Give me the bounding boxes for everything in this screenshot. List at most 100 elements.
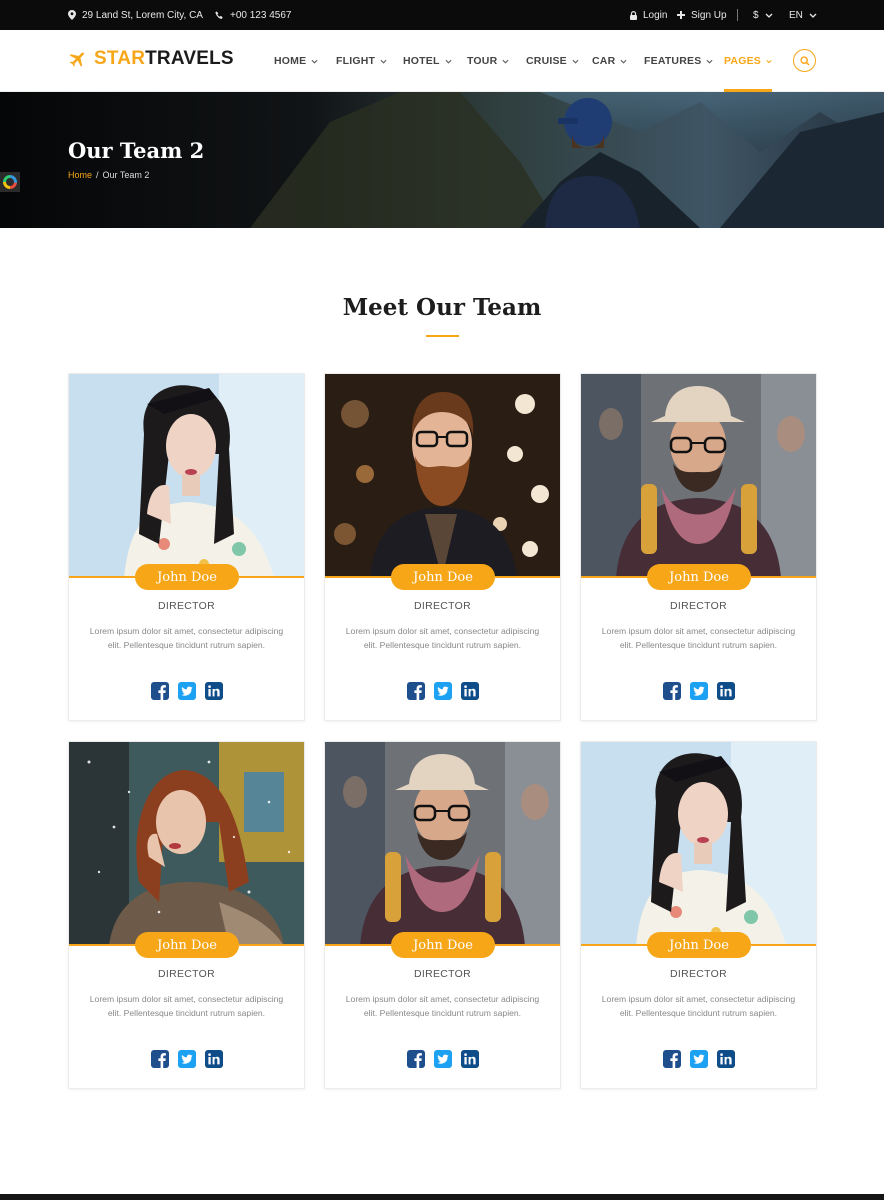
nav-features[interactable]: FEATURES — [644, 30, 713, 92]
airplane-icon — [69, 52, 84, 67]
twitter-icon[interactable] — [434, 1050, 452, 1068]
nav-home[interactable]: HOME — [274, 30, 318, 92]
logo-text: STARTRAVELS — [94, 48, 234, 70]
facebook-icon[interactable] — [663, 682, 681, 700]
plus-icon — [677, 11, 685, 19]
language-selector[interactable]: EN — [789, 0, 817, 30]
chevron-down-icon — [311, 59, 318, 64]
social-links — [663, 682, 735, 700]
search-button[interactable] — [793, 49, 816, 72]
login-text: Login — [643, 9, 668, 21]
chevron-down-icon — [572, 59, 579, 64]
team-member-role: DIRECTOR — [669, 600, 728, 612]
login-link[interactable]: Login — [630, 0, 667, 30]
breadcrumb-separator: / — [96, 170, 99, 180]
facebook-icon[interactable] — [407, 682, 425, 700]
team-member-role: DIRECTOR — [669, 968, 728, 980]
facebook-icon[interactable] — [407, 1050, 425, 1068]
nav-tour[interactable]: TOUR — [467, 30, 509, 92]
facebook-icon[interactable] — [151, 682, 169, 700]
team-member-role: DIRECTOR — [157, 968, 216, 980]
team-member-name: John Doe — [647, 564, 751, 590]
twitter-icon[interactable] — [178, 1050, 196, 1068]
address-text: 29 Land St, Lorem City, CA — [82, 9, 203, 21]
team-member-description: Lorem ipsum dolor sit amet, consectetur … — [601, 994, 796, 1018]
team-member-photo — [69, 374, 304, 578]
top-bar: 29 Land St, Lorem City, CA +00 123 4567 … — [0, 0, 884, 30]
logo-text-star: STAR — [94, 48, 146, 69]
nav-features-label: FEATURES — [644, 55, 702, 67]
team-member-photo — [325, 742, 560, 946]
twitter-icon[interactable] — [434, 682, 452, 700]
nav-hotel-label: HOTEL — [403, 55, 440, 67]
main-header: STARTRAVELS HOME FLIGHT HOTEL TOUR CRUIS… — [0, 30, 884, 92]
linkedin-icon[interactable] — [461, 1050, 479, 1068]
footer-edge — [0, 1194, 884, 1200]
twitter-icon[interactable] — [690, 682, 708, 700]
nav-flight-label: FLIGHT — [336, 55, 376, 67]
signup-text: Sign Up — [691, 9, 727, 21]
chevron-down-icon — [380, 59, 387, 64]
team-member-role: DIRECTOR — [413, 600, 472, 612]
nav-car-label: CAR — [592, 55, 616, 67]
team-member-name: John Doe — [135, 564, 239, 590]
team-member-description: Lorem ipsum dolor sit amet, consectetur … — [601, 626, 796, 650]
nav-cruise[interactable]: CRUISE — [526, 30, 579, 92]
page-title: Our Team 2 — [68, 138, 205, 163]
nav-pages[interactable]: PAGES — [724, 30, 772, 92]
linkedin-icon[interactable] — [461, 682, 479, 700]
team-member-name: John Doe — [391, 932, 495, 958]
twitter-icon[interactable] — [690, 1050, 708, 1068]
logo-text-travels: TRAVELS — [145, 48, 234, 69]
nav-car[interactable]: CAR — [592, 30, 627, 92]
page-hero: Our Team 2 Home / Our Team 2 — [0, 92, 884, 228]
nav-hotel[interactable]: HOTEL — [403, 30, 452, 92]
phone-icon — [215, 10, 223, 19]
title-underline — [426, 335, 459, 337]
team-member-description: Lorem ipsum dolor sit amet, consectetur … — [89, 626, 284, 650]
twitter-icon[interactable] — [178, 682, 196, 700]
map-pin-icon — [68, 10, 76, 20]
search-icon — [799, 55, 810, 66]
linkedin-icon[interactable] — [717, 682, 735, 700]
team-member-description: Lorem ipsum dolor sit amet, consectetur … — [345, 994, 540, 1018]
team-member-description: Lorem ipsum dolor sit amet, consectetur … — [89, 994, 284, 1018]
breadcrumb-home-link[interactable]: Home — [68, 170, 92, 180]
currency-text: $ — [753, 9, 759, 21]
social-links — [407, 1050, 479, 1068]
language-text: EN — [789, 9, 803, 21]
social-links — [151, 1050, 223, 1068]
linkedin-icon[interactable] — [205, 1050, 223, 1068]
facebook-icon[interactable] — [151, 1050, 169, 1068]
team-member-name: John Doe — [135, 932, 239, 958]
nav-home-label: HOME — [274, 55, 307, 67]
phone-info: +00 123 4567 — [215, 0, 291, 30]
linkedin-icon[interactable] — [205, 682, 223, 700]
currency-selector[interactable]: $ — [753, 0, 773, 30]
team-member-role: DIRECTOR — [157, 600, 216, 612]
facebook-icon[interactable] — [663, 1050, 681, 1068]
team-member-name: John Doe — [391, 564, 495, 590]
team-card: John Doe DIRECTOR Lorem ipsum dolor sit … — [324, 741, 561, 1089]
breadcrumb-current: Our Team 2 — [102, 170, 150, 180]
nav-cruise-label: CRUISE — [526, 55, 567, 67]
color-switcher-toggle[interactable] — [0, 172, 20, 192]
color-wheel-icon — [3, 175, 17, 189]
nav-tour-label: TOUR — [467, 55, 498, 67]
social-links — [663, 1050, 735, 1068]
team-member-role: DIRECTOR — [413, 968, 472, 980]
site-logo[interactable]: STARTRAVELS — [68, 48, 234, 70]
chevron-down-icon — [620, 59, 627, 64]
chevron-down-icon — [766, 59, 772, 63]
team-card: John Doe DIRECTOR Lorem ipsum dolor sit … — [324, 373, 561, 721]
linkedin-icon[interactable] — [717, 1050, 735, 1068]
team-card: John Doe DIRECTOR Lorem ipsum dolor sit … — [68, 741, 305, 1089]
team-card: John Doe DIRECTOR Lorem ipsum dolor sit … — [580, 741, 817, 1089]
team-member-photo — [69, 742, 304, 946]
chevron-down-icon — [706, 59, 713, 64]
nav-flight[interactable]: FLIGHT — [336, 30, 387, 92]
team-member-photo — [581, 374, 816, 578]
signup-link[interactable]: Sign Up — [677, 0, 727, 30]
breadcrumb: Home / Our Team 2 — [68, 170, 149, 180]
team-member-name: John Doe — [647, 932, 751, 958]
